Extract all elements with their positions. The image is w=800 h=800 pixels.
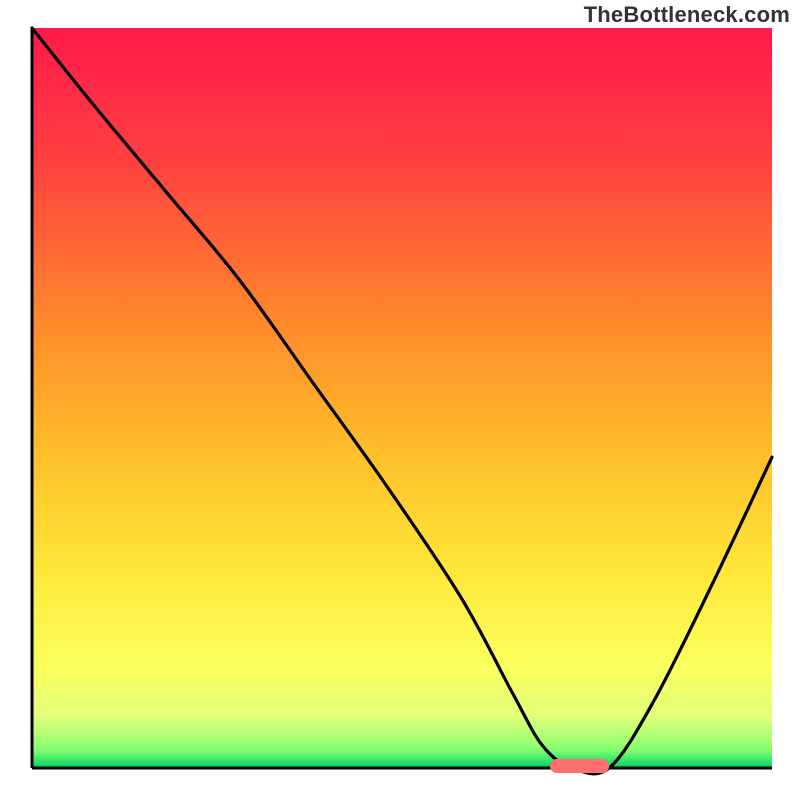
optimal-zone-marker: [550, 759, 609, 773]
chart-container: TheBottleneck.com: [0, 0, 800, 800]
bottleneck-chart: [0, 0, 800, 800]
watermark-text: TheBottleneck.com: [584, 2, 790, 28]
plot-background: [32, 28, 772, 768]
